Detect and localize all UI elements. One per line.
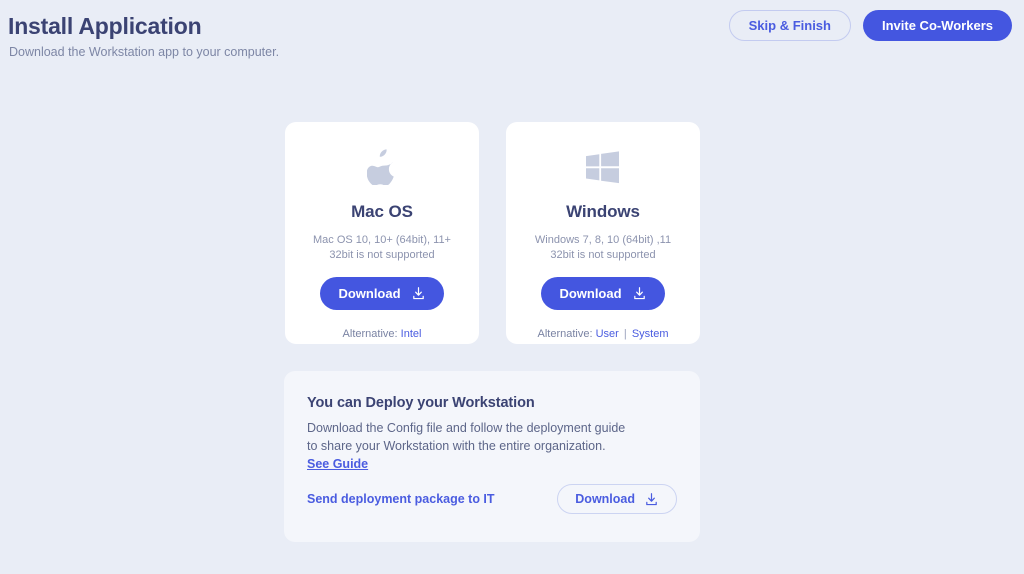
- download-button-label: Download: [338, 286, 401, 301]
- os-alternative-mac: Alternative: Intel: [343, 328, 422, 340]
- download-button-windows[interactable]: Download: [541, 277, 665, 310]
- os-requirements-line-2: 32bit is not supported: [329, 249, 435, 261]
- page-title: Install Application: [8, 13, 202, 39]
- send-deployment-package-link[interactable]: Send deployment package to IT: [307, 492, 495, 506]
- alternative-link-system[interactable]: System: [632, 328, 669, 340]
- os-requirements-line-1: Windows 7, 8, 10 (64bit) ,11: [534, 234, 672, 246]
- download-icon: [412, 287, 424, 300]
- os-card-requirements: Mac OS 10, 10+ (64bit), 11+ 32bit is not…: [313, 233, 451, 263]
- see-guide-link[interactable]: See Guide: [307, 457, 368, 471]
- apple-logo-icon: [367, 144, 397, 190]
- os-requirements-line-1: Mac OS 10, 10+ (64bit), 11+: [313, 234, 451, 246]
- os-card-windows: Windows Windows 7, 8, 10 (64bit) ,11 32b…: [506, 122, 700, 344]
- os-card-title: Windows: [566, 202, 640, 221]
- alternative-label: Alternative:: [342, 328, 398, 340]
- download-config-button[interactable]: Download: [557, 484, 677, 514]
- invite-coworkers-button[interactable]: Invite Co-Workers: [862, 10, 1012, 41]
- download-icon: [633, 287, 645, 300]
- download-button-label: Download: [559, 286, 622, 301]
- deploy-panel-description: Download the Config file and follow the …: [307, 419, 627, 473]
- os-card-mac: Mac OS Mac OS 10, 10+ (64bit), 11+ 32bit…: [285, 122, 479, 344]
- skip-and-finish-button[interactable]: Skip & Finish: [728, 10, 851, 41]
- page-subtitle: Download the Workstation app to your com…: [9, 45, 280, 59]
- deploy-workstation-panel: You can Deploy your Workstation Download…: [284, 371, 700, 542]
- os-card-title: Mac OS: [351, 202, 413, 221]
- os-alternative-windows: Alternative: User | System: [538, 328, 669, 340]
- download-button-label: Download: [575, 491, 635, 506]
- deploy-panel-footer: Send deployment package to IT Download: [307, 484, 677, 514]
- page-header: Install Application Download the Worksta…: [0, 0, 1024, 72]
- os-download-cards: Mac OS Mac OS 10, 10+ (64bit), 11+ 32bit…: [285, 122, 700, 344]
- alternative-separator: |: [623, 328, 627, 340]
- deploy-panel-title: You can Deploy your Workstation: [307, 395, 535, 411]
- deploy-description-line-2: share your Workstation with the entire o…: [320, 439, 606, 453]
- os-requirements-line-2: 32bit is not supported: [550, 249, 656, 261]
- alternative-link-intel[interactable]: Intel: [401, 328, 422, 340]
- alternative-label: Alternative:: [537, 328, 593, 340]
- alternative-link-user[interactable]: User: [596, 328, 619, 340]
- windows-logo-icon: [586, 144, 620, 190]
- header-actions: Skip & Finish Invite Co-Workers: [728, 10, 1012, 41]
- download-button-mac[interactable]: Download: [320, 277, 444, 310]
- os-card-requirements: Windows 7, 8, 10 (64bit) ,11 32bit is no…: [535, 233, 671, 263]
- download-icon: [646, 492, 657, 505]
